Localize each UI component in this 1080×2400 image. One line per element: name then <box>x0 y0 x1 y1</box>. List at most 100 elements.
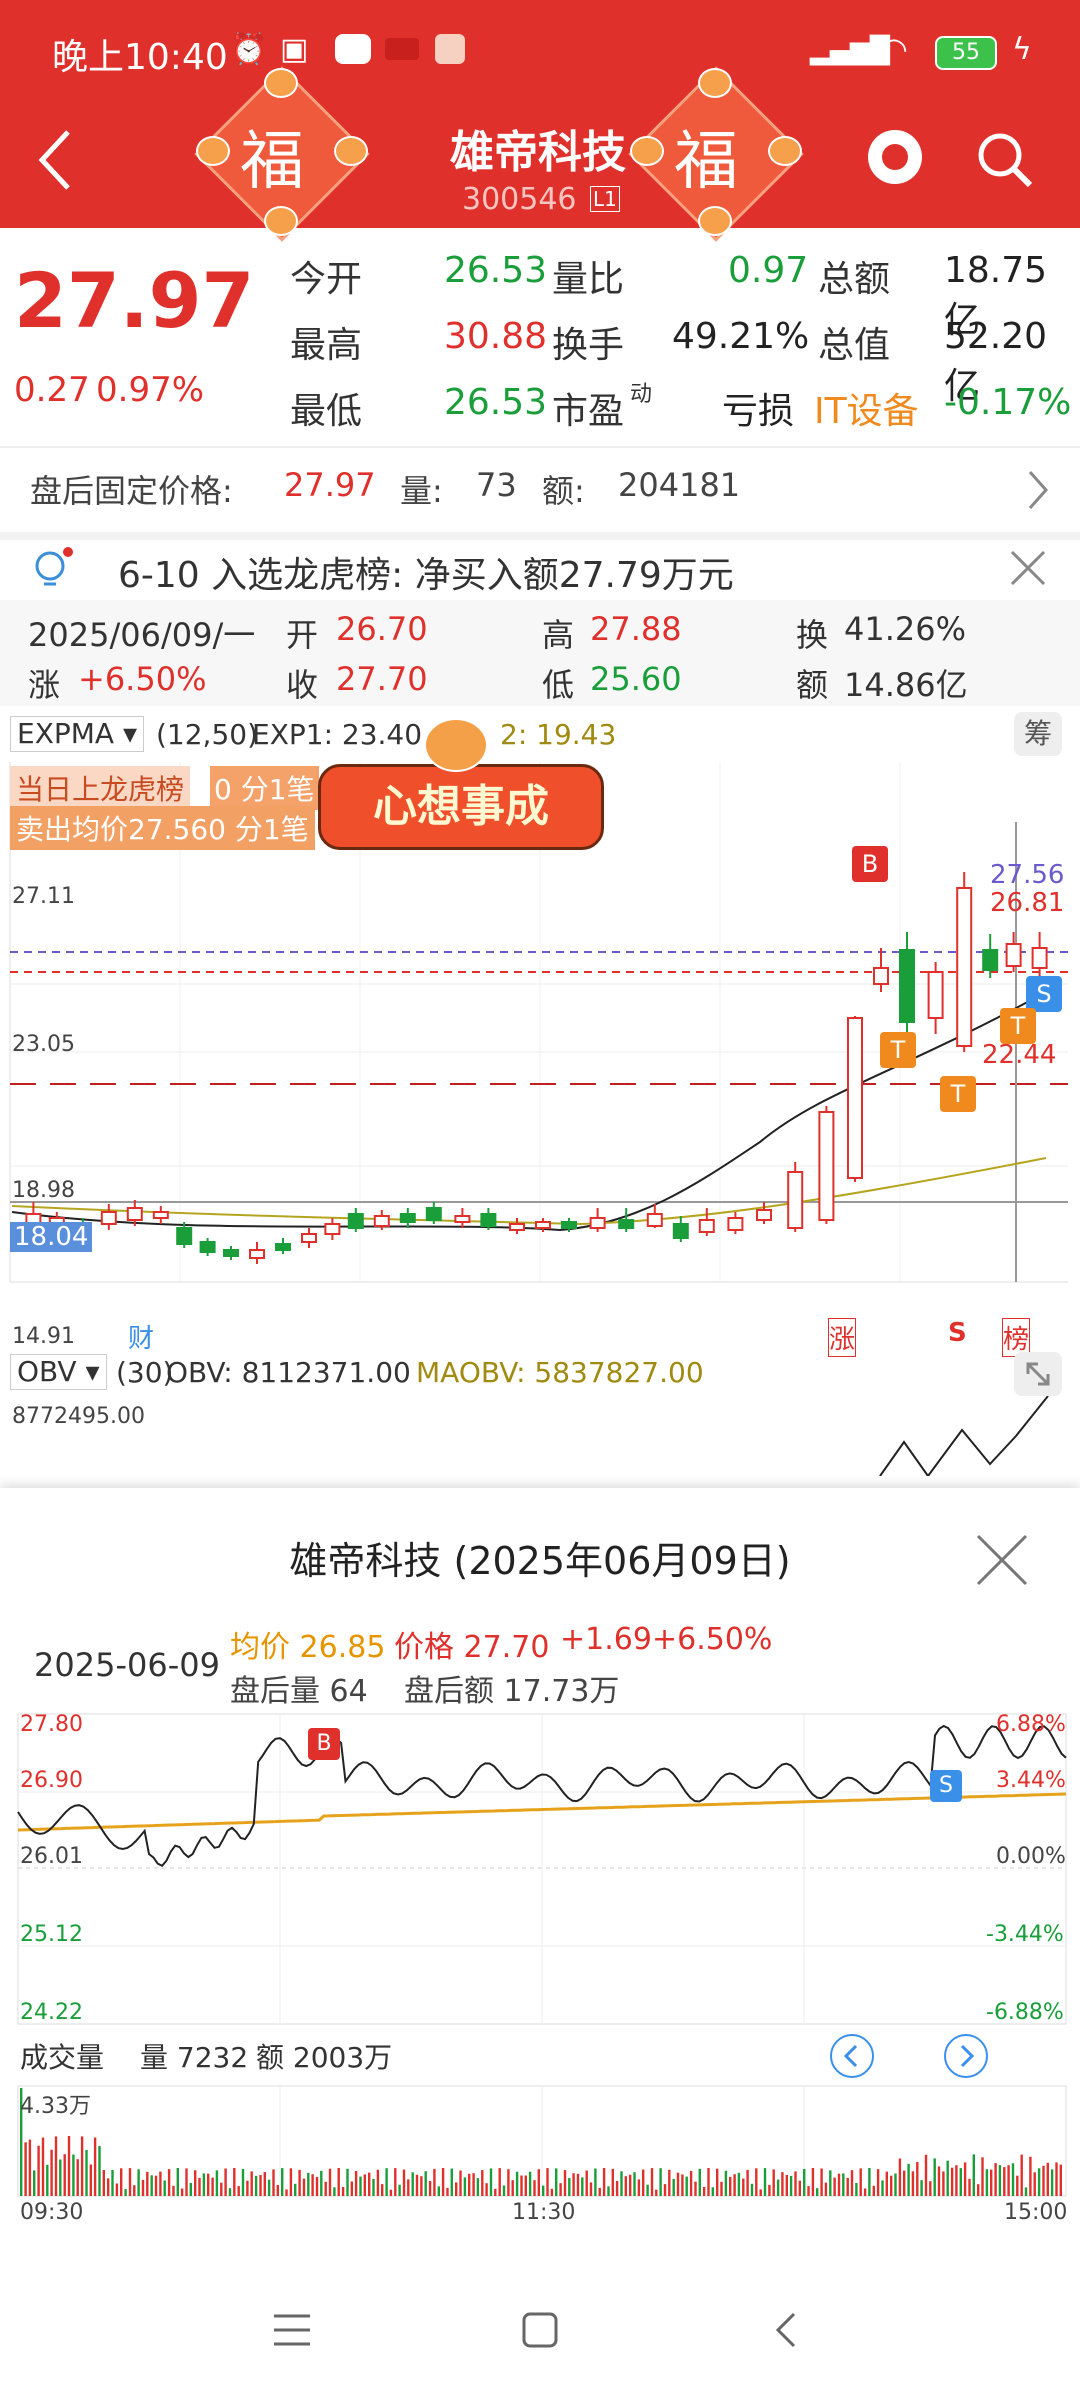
sector-label[interactable]: IT设备 <box>814 382 919 434</box>
volume-bar <box>28 2139 32 2196</box>
volume-bar <box>80 2136 84 2196</box>
volume-bar <box>620 2171 623 2196</box>
volume-bar <box>189 2182 192 2196</box>
prev-icon[interactable] <box>828 2032 876 2080</box>
volume-bar <box>781 2172 784 2196</box>
volume-bar <box>381 2184 384 2196</box>
volume-bar <box>1033 2172 1036 2196</box>
volume-bar <box>816 2188 819 2196</box>
vol-title: 成交量 <box>20 2041 105 2074</box>
volume-bar <box>263 2172 266 2196</box>
volume-bar <box>328 2168 332 2196</box>
volume-bar <box>542 2185 545 2196</box>
candle-body <box>373 1215 390 1227</box>
volume-bar <box>707 2168 710 2196</box>
t-marker[interactable]: T <box>940 1076 976 1112</box>
time-label: 15:00 <box>1004 2200 1068 2225</box>
volume-bar <box>420 2176 423 2196</box>
volume-bar <box>455 2182 458 2196</box>
popup-price: 价格 27.70 <box>394 1630 550 1665</box>
volume-bar <box>63 2154 66 2196</box>
divider <box>0 532 1080 540</box>
popup-date: 2025-06-09 <box>34 1646 220 1684</box>
app-icon <box>385 38 419 60</box>
back-icon[interactable] <box>36 128 76 192</box>
volume-bar <box>942 2171 945 2196</box>
volume-bar <box>950 2167 954 2196</box>
buy-marker[interactable]: B <box>852 846 888 882</box>
volume-bar <box>154 2175 158 2196</box>
volume-bar <box>302 2178 306 2196</box>
volume-bar <box>341 2187 345 2196</box>
left-axis-label: 24.22 <box>20 2000 83 2025</box>
home-icon[interactable] <box>518 2308 562 2352</box>
day-high-label: 高 <box>542 616 575 654</box>
kline-chart-area[interactable]: EXPMA ▾ (12,50) EXP1: 23.40 2: 19.43 筹 2… <box>0 706 1080 1357</box>
turnover-value: 49.21% <box>672 316 810 357</box>
next-icon[interactable] <box>942 2032 990 2080</box>
volume-bar <box>98 2146 101 2196</box>
t-marker[interactable]: T <box>880 1032 916 1068</box>
bulb-icon <box>35 547 73 586</box>
volume-bar <box>689 2170 693 2196</box>
volume-bar <box>937 2166 941 2196</box>
left-axis-label: 27.80 <box>20 1712 83 1737</box>
last-price: 27.97 <box>14 256 255 345</box>
sell-marker[interactable]: S <box>1026 976 1062 1012</box>
assistant-icon[interactable] <box>868 130 922 184</box>
candle-body <box>100 1211 117 1225</box>
volume-bar <box>494 2188 497 2196</box>
volume-bar <box>485 2183 488 2196</box>
volume-bar <box>198 2177 201 2196</box>
volume-bar <box>859 2168 862 2196</box>
volume-bar <box>489 2168 493 2196</box>
event-marker-s[interactable]: S <box>948 1318 967 1348</box>
volume-bar <box>555 2168 558 2196</box>
candle-body <box>275 1243 291 1251</box>
indicator-select[interactable]: EXPMA ▾ <box>10 716 145 752</box>
volume-bar <box>1011 2163 1015 2196</box>
candle-body <box>956 887 973 1047</box>
close-icon[interactable] <box>1008 548 1048 588</box>
day-amt-label: 额 <box>796 666 829 704</box>
menu-icon[interactable] <box>270 2310 314 2350</box>
obv-panel[interactable]: OBV ▾ (30) OBV: 8112371.00 MAOBV: 583782… <box>0 1346 1080 1476</box>
level-label: 23.05 <box>12 1032 75 1057</box>
chip-button[interactable]: 筹 <box>1014 712 1062 756</box>
volume-bar <box>346 2168 349 2196</box>
right-axis-label: 6.88% <box>996 1712 1066 1737</box>
expand-icon[interactable] <box>1014 1352 1062 1396</box>
volume-bar <box>463 2177 467 2196</box>
volume-bar <box>402 2169 406 2196</box>
candle-body <box>672 1223 689 1239</box>
sell-marker[interactable]: S <box>930 1770 962 1802</box>
after-hours-row[interactable]: 盘后固定价格: 27.97 量: 73 额: 204181 <box>0 448 1080 532</box>
charging-icon: ϟ <box>1012 32 1032 67</box>
buy-marker[interactable]: B <box>308 1728 340 1760</box>
volume-bar <box>437 2186 440 2196</box>
search-icon[interactable] <box>975 130 1035 190</box>
volume-bar <box>811 2168 815 2196</box>
t-marker[interactable]: T <box>1000 1008 1036 1044</box>
close-icon[interactable] <box>974 1532 1030 1588</box>
volume-bar <box>846 2177 849 2196</box>
volume-bar <box>833 2177 836 2196</box>
volume-bar <box>433 2168 436 2196</box>
volume-bar <box>924 2154 928 2196</box>
left-axis-label: 26.01 <box>20 1844 83 1869</box>
volume-bar <box>159 2171 162 2196</box>
candle-body <box>535 1221 551 1229</box>
volume-bar <box>533 2180 536 2196</box>
dragon-tiger-notice[interactable]: 6-10 入选龙虎榜: 净买入额27.79万元 <box>0 540 1080 600</box>
obv-select[interactable]: OBV ▾ <box>10 1354 107 1390</box>
candle-body <box>126 1207 143 1221</box>
volume-bar <box>133 2185 136 2196</box>
volume-bar <box>124 2189 127 2196</box>
candle-body <box>176 1227 193 1245</box>
volume-bar <box>41 2137 45 2196</box>
volume-bar <box>998 2165 1002 2196</box>
time-label: 11:30 <box>512 2200 576 2225</box>
volume-bar <box>24 2142 27 2196</box>
nav-back-icon[interactable] <box>770 2308 802 2352</box>
volume-bar <box>1059 2164 1062 2196</box>
